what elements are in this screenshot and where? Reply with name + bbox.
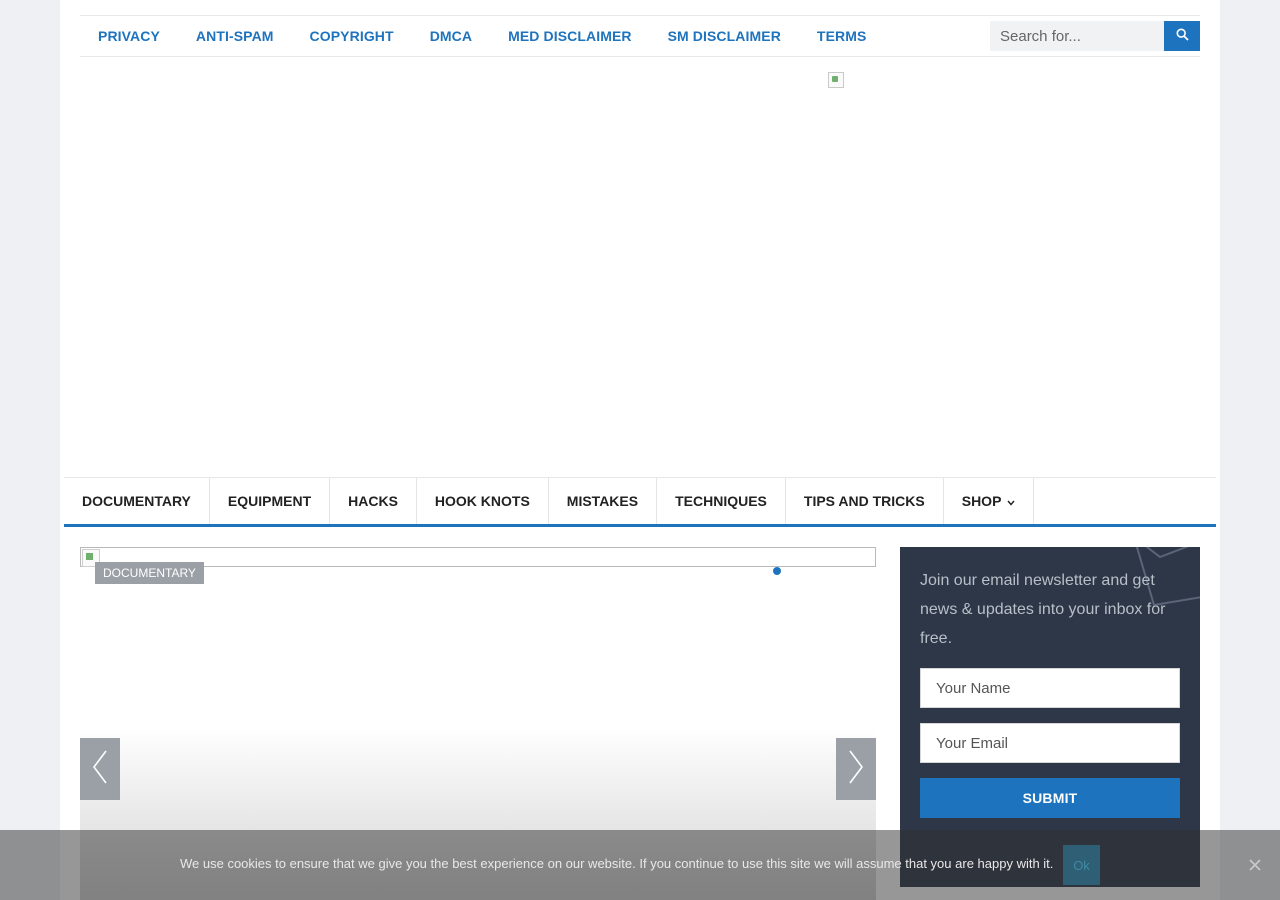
main-nav-label: TIPS AND TRICKS [803, 493, 925, 509]
main-nav-label: HACKS [348, 493, 398, 509]
main-nav-label: DOCUMENTARY [82, 493, 191, 509]
top-nav-copyright[interactable]: COPYRIGHT [292, 16, 412, 56]
top-nav-anti-spam[interactable]: ANTI-SPAM [178, 16, 292, 56]
cookie-ok-button[interactable]: Ok [1063, 845, 1100, 885]
main-nav-shop[interactable]: SHOP [944, 478, 1035, 524]
main-nav-tips-and-tricks[interactable]: TIPS AND TRICKS [786, 478, 944, 524]
search-button[interactable] [1164, 21, 1200, 51]
main-nav: DOCUMENTARY EQUIPMENT HACKS HOOK KNOTS M… [64, 477, 1216, 527]
search-form [990, 21, 1200, 51]
chevron-left-icon [91, 749, 109, 790]
page-container: PRIVACY ANTI-SPAM COPYRIGHT DMCA MED DIS… [60, 0, 1220, 900]
search-icon [1175, 28, 1189, 44]
category-badge[interactable]: DOCUMENTARY [95, 562, 204, 584]
main-nav-techniques[interactable]: TECHNIQUES [657, 478, 786, 524]
top-nav-terms[interactable]: TERMS [799, 16, 885, 56]
main-nav-label: EQUIPMENT [227, 493, 312, 509]
top-nav-dmca[interactable]: DMCA [412, 16, 490, 56]
chevron-down-icon [1007, 478, 1015, 524]
main-nav-label: MISTAKES [566, 493, 639, 509]
top-bar: PRIVACY ANTI-SPAM COPYRIGHT DMCA MED DIS… [80, 15, 1200, 57]
cookie-message: We use cookies to ensure that we give yo… [180, 856, 1054, 871]
slider-next-button[interactable] [836, 738, 876, 800]
main-nav-label: TECHNIQUES [675, 493, 767, 509]
main-nav-label: SHOP [961, 493, 1002, 509]
top-nav-privacy[interactable]: PRIVACY [80, 16, 178, 56]
cookie-notice: We use cookies to ensure that we give yo… [0, 830, 1280, 900]
main-nav-label: HOOK KNOTS [434, 493, 530, 509]
top-nav-sm-disclaimer[interactable]: SM DISCLAIMER [650, 16, 799, 56]
ad-image [828, 72, 844, 88]
top-nav-med-disclaimer[interactable]: MED DISCLAIMER [490, 16, 650, 56]
top-nav: PRIVACY ANTI-SPAM COPYRIGHT DMCA MED DIS… [80, 16, 884, 56]
main-nav-equipment[interactable]: EQUIPMENT [210, 478, 331, 524]
main-nav-documentary[interactable]: DOCUMENTARY [64, 478, 210, 524]
close-icon[interactable] [1247, 857, 1263, 873]
search-input[interactable] [990, 21, 1164, 51]
email-field[interactable] [920, 723, 1180, 763]
chevron-right-icon [847, 749, 865, 790]
name-field[interactable] [920, 668, 1180, 708]
main-nav-mistakes[interactable]: MISTAKES [549, 478, 658, 524]
submit-button[interactable]: SUBMIT [920, 778, 1180, 818]
newsletter-text: Join our email newsletter and get news &… [920, 572, 1166, 647]
slider-dot[interactable] [773, 567, 781, 575]
main-nav-hacks[interactable]: HACKS [330, 478, 417, 524]
slider-prev-button[interactable] [80, 738, 120, 800]
main-nav-hook-knots[interactable]: HOOK KNOTS [417, 478, 549, 524]
